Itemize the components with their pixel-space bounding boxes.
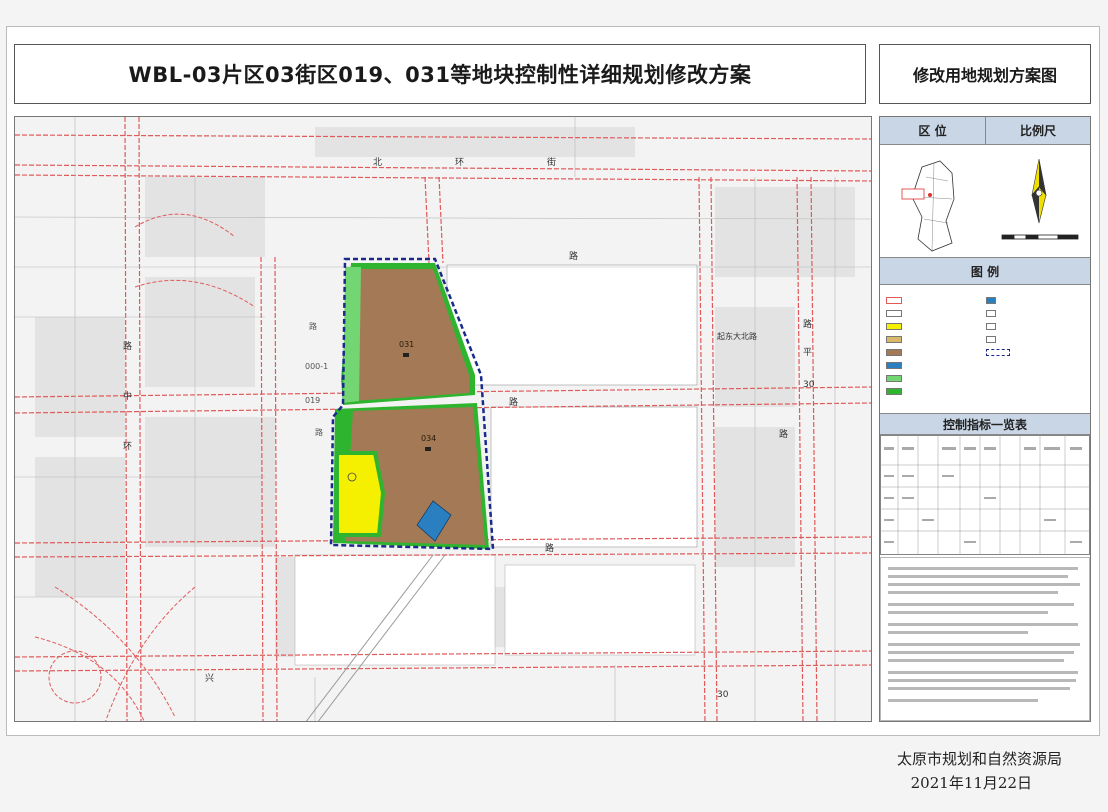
legend-item-facility: [886, 362, 902, 369]
land-use-map: 北 环 街 路 路 路 30 起东大北路 路 平 30 路 路 中 环 兴 03…: [14, 116, 872, 722]
svg-text:路: 路: [545, 542, 554, 554]
issuing-organization: 太原市规划和自然资源局: [896, 750, 1062, 768]
svg-text:兴: 兴: [205, 673, 214, 684]
parcel-label-034: 034: [421, 434, 436, 443]
control-indicator-table: [880, 435, 1090, 555]
subtitle-box: 修改用地规划方案图: [879, 44, 1091, 104]
svg-text:环: 环: [123, 441, 132, 452]
svg-text:平: 平: [803, 347, 812, 358]
legend-item-boundary: [986, 349, 1010, 356]
svg-text:起东大北路: 起东大北路: [717, 331, 757, 341]
legend-item-service: [986, 297, 996, 304]
svg-text:中: 中: [123, 390, 132, 402]
legend-item-marker-b: [986, 323, 996, 330]
map-subtitle: 修改用地规划方案图: [912, 66, 1057, 85]
svg-text:路: 路: [569, 250, 578, 262]
svg-text:30: 30: [803, 380, 815, 390]
scale-bar: [1001, 158, 1079, 240]
svg-text:019: 019: [305, 396, 320, 405]
parcel-label-031: 031: [399, 340, 414, 349]
svg-text:路: 路: [779, 428, 788, 440]
location-inset-map: [901, 160, 955, 252]
svg-text:北: 北: [373, 157, 382, 168]
legend-item-school: [886, 323, 902, 330]
legend-item-residential: [886, 336, 902, 343]
svg-text:路: 路: [309, 321, 317, 331]
legend-item-green-buffer: [886, 388, 902, 395]
svg-text:路: 路: [509, 396, 518, 408]
map-title: WBL-03片区03街区019、031等地块控制性详细规划修改方案: [128, 63, 752, 87]
issue-date: 2021年11月22日: [910, 774, 1032, 792]
legend-item-park: [886, 375, 902, 382]
legend-item-marker-c: [986, 336, 996, 343]
svg-text:30: 30: [717, 690, 729, 700]
svg-text:环: 环: [455, 157, 464, 168]
notes-block: [880, 557, 1090, 721]
svg-text:000-1: 000-1: [305, 362, 328, 371]
table-heading: 控制指标一览表: [880, 413, 1090, 435]
legend-item-road: [886, 297, 902, 304]
legend-item-street: [886, 310, 902, 317]
legend-item-residential-2: [886, 349, 902, 356]
scale-heading: 比例尺: [986, 117, 1090, 145]
svg-text:路: 路: [123, 340, 132, 352]
svg-text:路: 路: [803, 318, 812, 330]
side-panel: 区 位 比例尺 图 例 控制指标一览表: [879, 116, 1091, 722]
location-heading: 区 位: [880, 117, 986, 145]
legend-item-marker-a: [986, 310, 996, 317]
svg-text:街: 街: [547, 156, 556, 168]
map-canvas: 北 环 街 路 路 路 30 起东大北路 路 平 30 路 路 中 环 兴 03…: [15, 117, 871, 721]
legend-heading: 图 例: [880, 257, 1090, 285]
svg-text:路: 路: [315, 427, 323, 437]
title-box: WBL-03片区03街区019、031等地块控制性详细规划修改方案: [14, 44, 866, 104]
